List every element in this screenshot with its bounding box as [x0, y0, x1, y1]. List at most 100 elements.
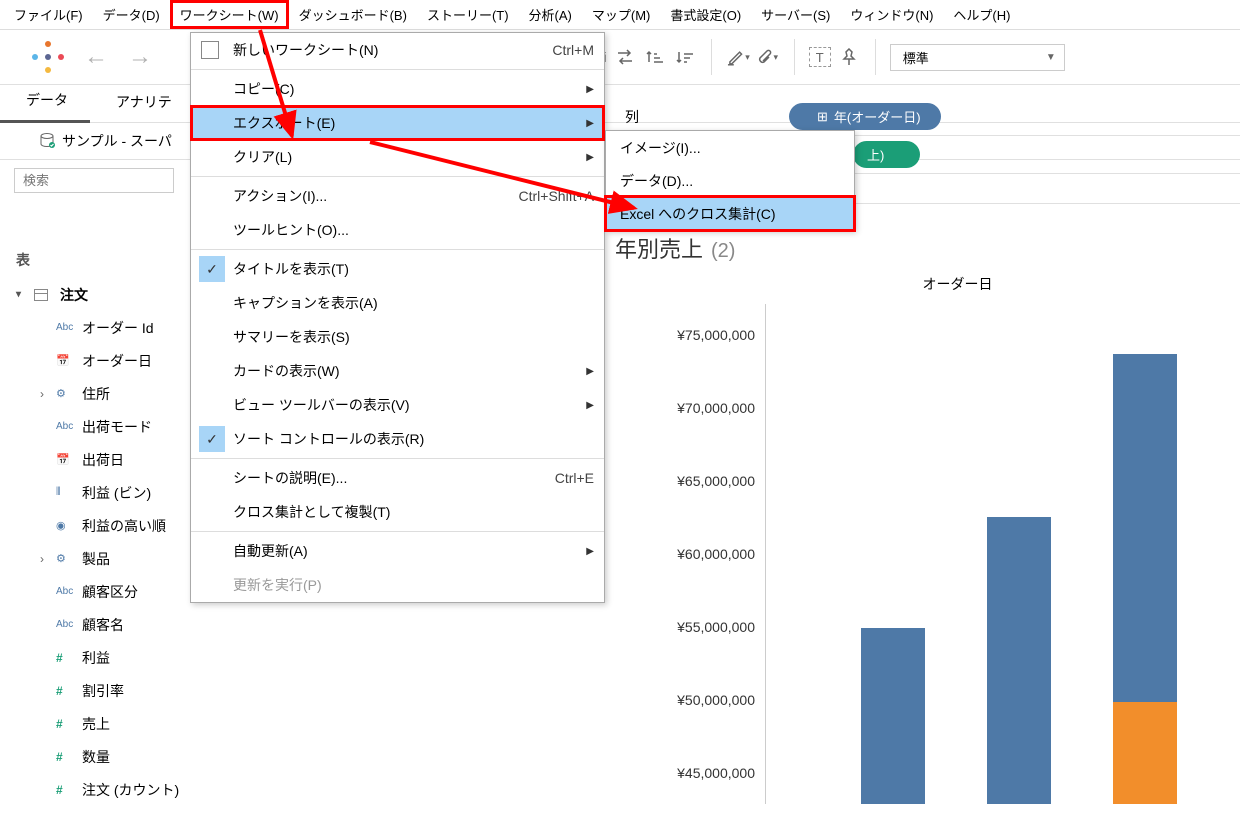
fit-dropdown[interactable]: 標準 ▼: [890, 44, 1065, 71]
menu-item-label: ソート コントロールの表示(R): [233, 429, 424, 449]
menu-separator: [191, 69, 604, 70]
menu-item[interactable]: ✓ ソート コントロールの表示(R): [191, 422, 604, 456]
submenu-item-label: イメージ(I)...: [620, 138, 701, 158]
field-row[interactable]: #売上: [0, 707, 330, 740]
columns-label: 列: [625, 107, 639, 127]
menubar-item[interactable]: 書式設定(O): [660, 1, 751, 28]
pill-year-orderdate[interactable]: ⊞ 年(オーダー日): [789, 103, 941, 130]
menu-separator: [191, 176, 604, 177]
chevron-right-icon: ▶: [586, 118, 594, 129]
submenu-item-label: データ(D)...: [620, 171, 693, 191]
bar[interactable]: [1113, 354, 1177, 804]
menubar-item[interactable]: マップ(M): [582, 1, 661, 28]
menubar-item[interactable]: ダッシュボード(B): [289, 1, 417, 28]
chevron-right-icon: ▶: [586, 546, 594, 557]
swap-icon[interactable]: [613, 45, 637, 69]
toolbar: ← → |i ▾ ▾ T 標準 ▼: [0, 30, 1240, 85]
field-label: 利益の高い順: [82, 516, 166, 536]
field-row[interactable]: Abc顧客名: [0, 608, 330, 641]
menu-item[interactable]: シートの説明(E)... Ctrl+E: [191, 461, 604, 495]
bar[interactable]: [861, 628, 925, 804]
field-label: 製品: [82, 549, 110, 569]
menu-item-label: サマリーを表示(S): [233, 327, 350, 347]
menu-item[interactable]: ビュー ツールバーの表示(V)▶: [191, 388, 604, 422]
attachment-icon[interactable]: ▾: [756, 45, 780, 69]
menubar-item[interactable]: ウィンドウ(N): [840, 1, 943, 28]
tab-analytics[interactable]: アナリテ: [90, 84, 194, 122]
field-label: 注文 (カウント): [82, 780, 179, 800]
y-tick: ¥65,000,000: [615, 450, 755, 512]
y-tick: ¥55,000,000: [615, 596, 755, 658]
bars-container[interactable]: [765, 304, 1177, 804]
submenu-item[interactable]: データ(D)...: [606, 164, 854, 197]
abc-icon: Abc: [56, 586, 76, 597]
field-label: 売上: [82, 714, 110, 734]
field-row[interactable]: #割引率: [0, 674, 330, 707]
date-icon: 📅: [56, 453, 76, 466]
field-row[interactable]: #数量: [0, 740, 330, 773]
submenu-item[interactable]: イメージ(I)...: [606, 131, 854, 164]
menu-item[interactable]: キャプションを表示(A): [191, 286, 604, 320]
menu-item[interactable]: クロス集計として複製(T): [191, 495, 604, 529]
menu-item-label: エクスポート(E): [233, 113, 335, 133]
menubar-item[interactable]: ヘルプ(H): [943, 1, 1020, 28]
abc-icon: Abc: [56, 322, 76, 333]
field-label: 利益: [82, 648, 110, 668]
menubar-item[interactable]: 分析(A): [519, 1, 582, 28]
menu-separator: [191, 249, 604, 250]
bar-segment-blue: [1113, 354, 1177, 702]
menu-item[interactable]: クリア(L)▶: [191, 140, 604, 174]
menu-item[interactable]: ツールヒント(O)...: [191, 213, 604, 247]
menu-item[interactable]: 自動更新(A)▶: [191, 534, 604, 568]
chart-title[interactable]: 年別売上 (2): [615, 232, 1230, 264]
set-icon: ◉: [56, 519, 76, 532]
bar[interactable]: [987, 517, 1051, 804]
field-label: 割引率: [82, 681, 124, 701]
y-tick: ¥50,000,000: [615, 669, 755, 731]
menubar-item[interactable]: ストーリー(T): [417, 1, 519, 28]
plus-icon: ⊞: [817, 109, 828, 125]
table-icon: [34, 289, 48, 301]
menu-item-label: 更新を実行(P): [233, 575, 322, 595]
submenu-item[interactable]: Excel へのクロス集計(C): [606, 197, 854, 230]
sort-asc-icon[interactable]: [643, 45, 667, 69]
highlight-icon[interactable]: ▾: [726, 45, 750, 69]
toolbar-separator: [794, 39, 795, 75]
menu-separator: [191, 531, 604, 532]
menubar-item[interactable]: データ(D): [93, 1, 170, 28]
field-label: 住所: [82, 384, 110, 404]
field-label: 数量: [82, 747, 110, 767]
sort-desc-icon[interactable]: [673, 45, 697, 69]
menu-item[interactable]: エクスポート(E) ▶: [191, 106, 604, 140]
field-row[interactable]: #利益: [0, 641, 330, 674]
field-row[interactable]: # 注文 (カウント): [0, 773, 330, 806]
y-tick: ¥70,000,000: [615, 377, 755, 439]
menubar-item[interactable]: ファイル(F): [4, 1, 93, 28]
bar-segment-blue: [861, 628, 925, 804]
hash-icon: #: [56, 783, 76, 797]
field-label: 顧客名: [82, 615, 124, 635]
tableau-logo-icon: [32, 41, 64, 73]
menubar-item[interactable]: ワークシート(W): [170, 0, 289, 29]
pin-icon[interactable]: [837, 45, 861, 69]
menu-item-label: シートの説明(E)...: [233, 468, 347, 488]
submenu-item-label: Excel へのクロス集計(C): [620, 204, 776, 224]
nav-arrows: ← →: [78, 43, 158, 71]
check-icon: ✓: [199, 426, 225, 452]
datasource-icon: [38, 132, 56, 150]
menu-item[interactable]: コピー(C)▶: [191, 72, 604, 106]
tab-data[interactable]: データ: [0, 82, 90, 123]
pill-sales[interactable]: 上): [853, 141, 920, 168]
menu-shortcut: Ctrl+E: [555, 470, 594, 486]
nav-back-icon[interactable]: ←: [78, 43, 114, 71]
text-tool-icon[interactable]: T: [809, 47, 831, 67]
menubar-item[interactable]: サーバー(S): [751, 1, 840, 28]
nav-forward-icon[interactable]: →: [122, 43, 158, 71]
menu-item[interactable]: カードの表示(W)▶: [191, 354, 604, 388]
menu-item[interactable]: アクション(I)...Ctrl+Shift+A: [191, 179, 604, 213]
date-icon: 📅: [56, 354, 76, 367]
chevron-right-icon: ▶: [586, 366, 594, 377]
menu-item[interactable]: ✓タイトルを表示(T): [191, 252, 604, 286]
menu-item[interactable]: 新しいワークシート(N)Ctrl+M: [191, 33, 604, 67]
menu-item[interactable]: サマリーを表示(S): [191, 320, 604, 354]
